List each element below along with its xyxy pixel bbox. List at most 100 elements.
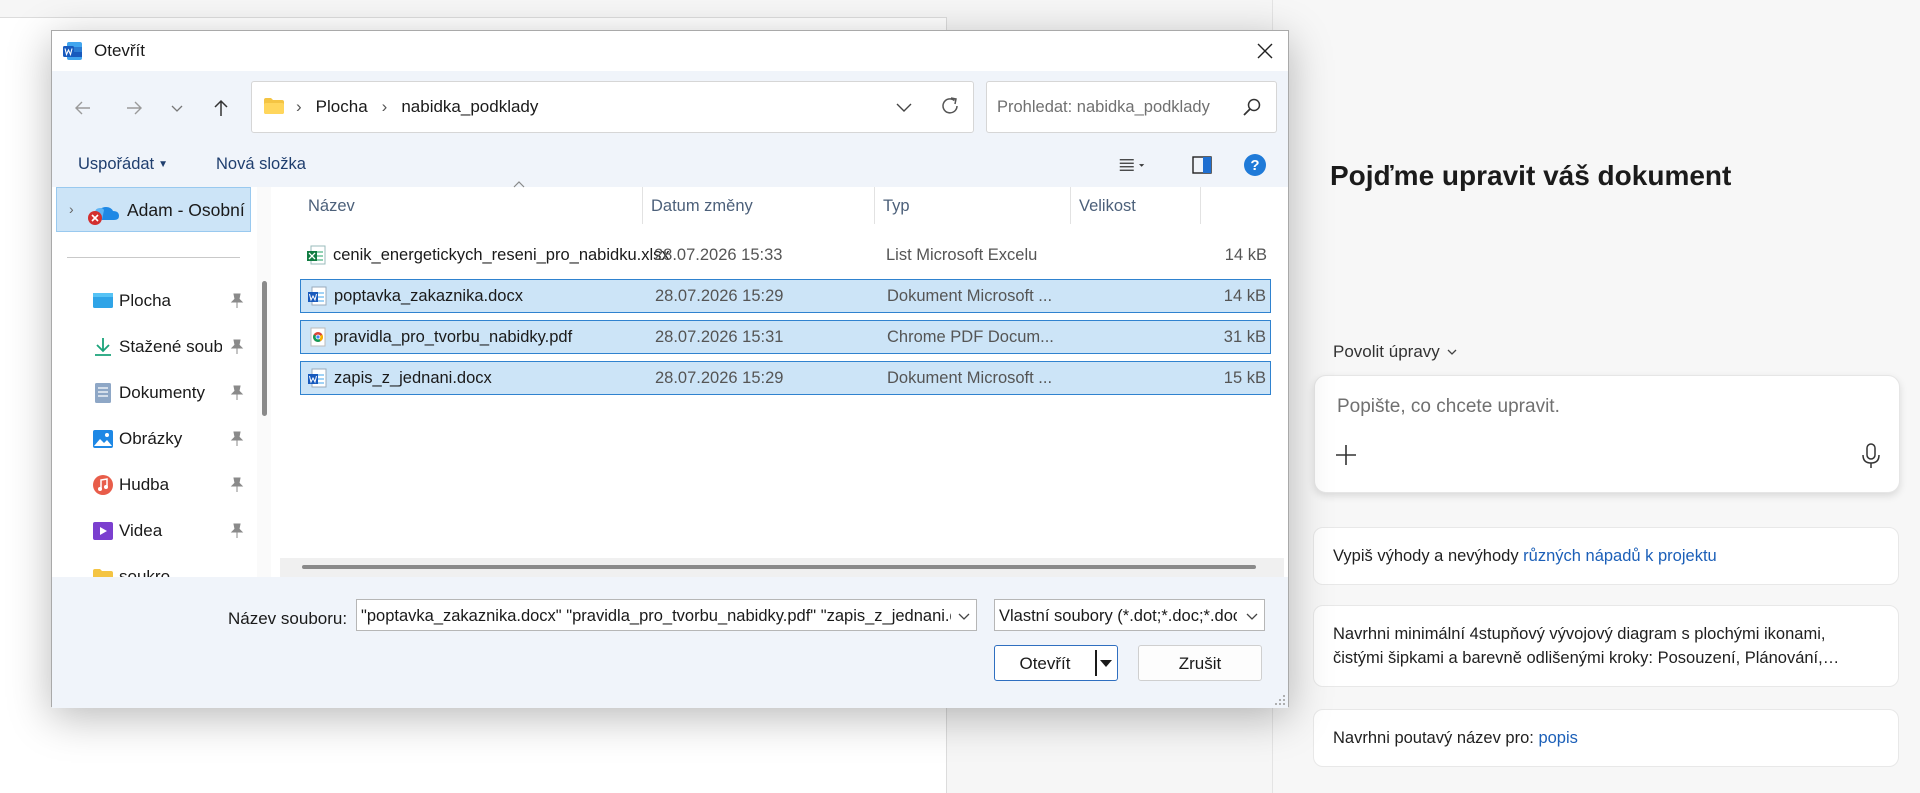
preview-pane-button[interactable] [1188,151,1216,179]
suggestion-card[interactable]: Vypiš výhody a nevýhody různých nápadů k… [1313,527,1899,585]
file-type: Chrome PDF Docum... [887,328,1054,346]
sidebar-item-music[interactable]: Hudba [92,465,251,505]
close-icon [1257,43,1273,59]
copilot-prompt-input[interactable]: Popište, co chcete upravit. [1314,375,1900,493]
desktop-icon [93,293,113,308]
sidebar-item-pictures[interactable]: Obrázky [92,419,251,459]
word-file-icon [308,368,327,388]
sidebar-item-videos[interactable]: Videa [92,511,251,551]
chevron-down-icon[interactable] [956,608,972,624]
sidebar-item-documents[interactable]: Dokumenty [92,373,251,413]
file-type: Dokument Microsoft ... [887,369,1053,387]
copilot-title: Pojďme upravit váš dokument [1330,160,1732,191]
file-row[interactable]: cenik_energetickych_reseni_pro_nabidku.x… [300,239,1271,273]
resize-grip-icon[interactable] [1274,694,1286,706]
forward-button[interactable] [119,93,149,123]
suggestion-card[interactable]: Navrhni poutavý název pro: popis [1313,709,1899,767]
pictures-icon [93,430,113,448]
search-box[interactable]: Prohledat: nabidka_podklady [986,81,1277,133]
microphone-icon[interactable] [1861,442,1881,470]
suggestion-card[interactable]: Navrhni minimální 4stupňový vývojový dia… [1313,605,1899,687]
search-icon [1243,98,1261,116]
chevron-down-icon [171,105,183,112]
back-button[interactable] [68,93,98,123]
file-date: 28.07.2026 15:29 [655,369,784,387]
pin-icon [230,477,244,492]
file-type-select[interactable]: Vlastní soubory (*.dot;*.doc;*.docx) [994,599,1265,631]
folder-icon [93,569,113,577]
filename-label: Název souboru: [228,609,348,628]
help-button[interactable]: ? [1241,151,1269,179]
dialog-footer: Název souboru: "poptavka_zakaznika.docx"… [52,577,1288,708]
column-header-type[interactable]: Typ [875,187,1071,224]
chevron-down-icon[interactable] [895,98,913,116]
sidebar-item-folder[interactable]: soukro [92,557,251,577]
horizontal-scrollbar-thumb[interactable] [302,565,1256,569]
sidebar-item-label: Adam - Osobní [127,200,245,220]
sidebar-item-desktop[interactable]: Plocha [92,281,251,321]
music-icon [93,475,113,495]
arrow-left-icon [75,101,90,115]
caret-down-icon: ▼ [158,159,169,170]
address-bar[interactable]: › Plocha › nabidka_podklady [251,81,974,133]
pin-icon [230,293,244,308]
column-header-size[interactable]: Velikost [1071,187,1201,224]
documents-icon [95,383,111,403]
view-options-button[interactable] [1118,151,1146,179]
file-date: 28.07.2026 15:31 [655,328,784,346]
new-folder-button[interactable]: Nová složka [216,155,306,174]
dialog-title: Otevřít [94,41,146,60]
edit-mode-dropdown[interactable]: Povolit úpravy [1333,342,1458,362]
add-icon[interactable] [1333,442,1359,468]
videos-icon [93,522,113,540]
close-button[interactable] [1242,31,1288,71]
file-list: Název Datum změny Typ Velikost cenik_ene… [280,181,1284,577]
refresh-icon[interactable] [939,95,961,117]
breadcrumb-item[interactable]: Plocha [316,97,368,117]
file-name: zapis_z_jednani.docx [334,369,492,387]
file-size: 15 kB [1223,369,1266,387]
dialog-titlebar[interactable]: Otevřít [52,31,1288,71]
excel-file-icon [307,245,326,265]
sidebar-divider [67,257,240,258]
sidebar-item-onedrive[interactable]: › Adam - Osobní [56,187,251,232]
file-row[interactable]: poptavka_zakaznika.docx 28.07.2026 15:29… [300,279,1271,313]
open-button-label: Otevřít [1019,654,1071,673]
recent-locations-button[interactable] [162,93,192,123]
sidebar-item-label: Obrázky [119,429,183,448]
filename-input[interactable]: "poptavka_zakaznika.docx" "pravidla_pro_… [356,599,977,631]
pin-icon [230,523,244,538]
breadcrumb: › Plocha › nabidka_podklady [296,97,539,117]
sidebar-scrollbar-thumb[interactable] [262,281,267,416]
open-options-dropdown-icon[interactable] [1098,655,1114,671]
sidebar-item-label: Dokumenty [119,383,205,402]
organize-menu[interactable]: Uspořádat ▼ [78,155,168,174]
file-name: poptavka_zakaznika.docx [334,287,523,305]
cancel-button[interactable]: Zrušit [1138,645,1262,681]
sidebar-item-label: Hudba [119,475,170,494]
arrow-up-icon [214,99,228,116]
svg-text:?: ? [1250,157,1259,174]
up-button[interactable] [206,93,236,123]
open-button[interactable]: Otevřít [994,645,1118,681]
filename-value: "poptavka_zakaznika.docx" "pravidla_pro_… [361,607,951,625]
split-divider [1095,650,1097,676]
file-name: cenik_energetickych_reseni_pro_nabidku.x… [333,246,670,264]
sidebar-item-label: soukro [119,567,171,577]
column-header-name[interactable]: Název [300,187,643,224]
prompt-placeholder: Popište, co chcete upravit. [1337,396,1560,417]
file-type-value: Vlastní soubory (*.dot;*.doc;*.docx) [999,607,1237,625]
horizontal-scrollbar[interactable] [280,558,1284,577]
suggestion-text: Vypiš výhody a nevýhody [1333,547,1524,565]
column-header-date[interactable]: Datum změny [643,187,875,224]
pin-icon [230,431,244,446]
breadcrumb-item[interactable]: nabidka_podklady [401,97,538,117]
sidebar-item-downloads[interactable]: Stažené soubory [92,327,251,367]
file-name: pravidla_pro_tvorbu_nabidky.pdf [334,328,573,346]
file-row[interactable]: zapis_z_jednani.docx 28.07.2026 15:29 Do… [300,361,1271,395]
navigation-pane: › Adam - Osobní Plocha Stažené soubory D… [52,187,251,577]
file-date: 28.07.2026 15:29 [655,287,784,305]
suggestion-highlight: různých nápadů k projektu [1523,547,1717,565]
edit-mode-label: Povolit úpravy [1333,342,1440,361]
file-row[interactable]: pravidla_pro_tvorbu_nabidky.pdf 28.07.20… [300,320,1271,354]
